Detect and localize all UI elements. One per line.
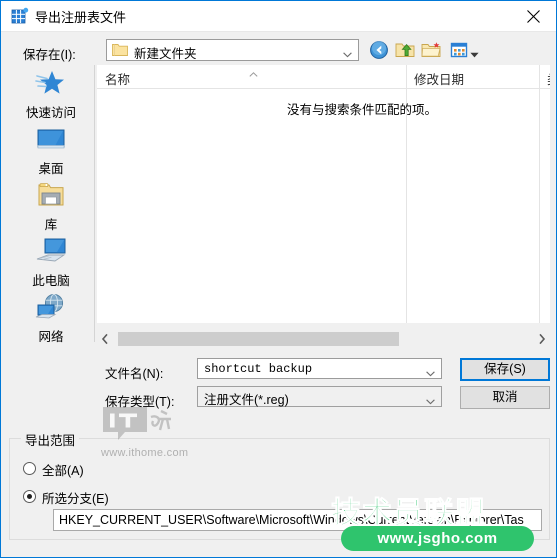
sidebar-item-label: 快速访问	[25, 106, 76, 120]
back-button[interactable]	[369, 40, 390, 60]
export-range-title: 导出范围	[21, 430, 80, 449]
sidebar-item-desktop[interactable]: 桌面	[8, 123, 94, 179]
column-header-date-modified[interactable]: 修改日期	[414, 69, 464, 88]
places-sidebar: 快速访问 桌面 库 此电脑 网络	[8, 65, 95, 344]
desktop-monitor-icon	[33, 123, 69, 157]
chevron-right-icon	[539, 333, 546, 345]
window-title: 导出注册表文件	[35, 10, 127, 25]
scrollbar-thumb[interactable]	[118, 332, 399, 346]
view-grid-icon	[450, 42, 468, 58]
sidebar-item-quick-access[interactable]: 快速访问	[8, 67, 94, 123]
file-name-label: 文件名(N):	[105, 367, 164, 381]
column-header-name[interactable]: 名称	[105, 69, 130, 88]
empty-list-message: 没有与搜索条件匹配的项。	[286, 103, 437, 117]
network-globe-icon	[33, 291, 69, 325]
title-bar: 导出注册表文件	[1, 1, 556, 32]
save-button[interactable]: 保存(S)	[460, 358, 550, 381]
up-folder-icon	[395, 43, 415, 57]
save-in-combobox[interactable]: 新建文件夹	[106, 39, 359, 61]
this-pc-computer-icon	[33, 235, 69, 269]
back-arrow-icon	[370, 41, 388, 59]
branch-path-value: HKEY_CURRENT_USER\Software\Microsoft\Win…	[59, 513, 524, 527]
branch-path-input[interactable]: HKEY_CURRENT_USER\Software\Microsoft\Win…	[53, 509, 542, 531]
sort-ascending-icon	[249, 66, 258, 77]
folder-icon	[112, 43, 128, 57]
file-name-value: shortcut backup	[204, 362, 313, 376]
radio-export-selected-branch-label: 所选分支(E)	[42, 492, 109, 506]
chevron-down-icon	[343, 47, 352, 58]
column-header-row: 名称 修改日期 类	[97, 65, 550, 89]
file-type-select[interactable]: 注册文件(*.reg)	[197, 386, 442, 407]
radio-indicator	[23, 462, 36, 475]
views-button[interactable]	[449, 40, 470, 60]
file-type-value: 注册文件(*.reg)	[204, 393, 289, 407]
close-icon	[527, 10, 540, 23]
chevron-left-icon	[101, 333, 108, 345]
file-list[interactable]: 名称 修改日期 类 没有与搜索条件匹配的项。	[97, 65, 550, 323]
scroll-right-button[interactable]	[533, 331, 550, 347]
navigation-toolbar	[369, 38, 489, 62]
new-folder-icon	[421, 42, 441, 57]
libraries-folder-icon	[33, 179, 69, 213]
chevron-down-icon[interactable]	[426, 394, 435, 405]
sidebar-item-label: 此电脑	[32, 274, 70, 288]
file-name-input[interactable]: shortcut backup	[197, 358, 442, 379]
file-type-label: 保存类型(T):	[105, 395, 175, 409]
save-in-value: 新建文件夹	[134, 47, 197, 61]
column-divider[interactable]	[539, 65, 540, 323]
radio-indicator	[23, 490, 36, 503]
scroll-left-button[interactable]	[97, 331, 114, 347]
views-chevron-down-icon[interactable]	[470, 47, 479, 58]
export-registry-file-dialog: 导出注册表文件 保存在(I): 新建文件夹 快速访问 桌面 库 此电脑 网络 名…	[0, 0, 557, 558]
close-button[interactable]	[511, 1, 556, 30]
sidebar-item-libraries[interactable]: 库	[8, 179, 94, 235]
new-folder-button[interactable]	[421, 40, 442, 60]
registry-icon	[11, 7, 29, 25]
radio-export-all-label: 全部(A)	[42, 464, 84, 478]
column-header-type[interactable]: 类	[547, 69, 550, 88]
horizontal-scrollbar[interactable]	[97, 331, 550, 347]
save-in-label: 保存在(I):	[23, 48, 76, 62]
cancel-button[interactable]: 取消	[460, 386, 550, 409]
sidebar-item-label: 库	[44, 218, 58, 232]
sidebar-item-this-pc[interactable]: 此电脑	[8, 235, 94, 291]
up-one-level-button[interactable]	[395, 40, 416, 60]
chevron-down-icon[interactable]	[426, 366, 435, 377]
sidebar-item-label: 桌面	[38, 162, 64, 176]
sidebar-item-network[interactable]: 网络	[8, 291, 94, 347]
sidebar-item-label: 网络	[38, 330, 64, 344]
quick-access-star-icon	[33, 67, 69, 101]
